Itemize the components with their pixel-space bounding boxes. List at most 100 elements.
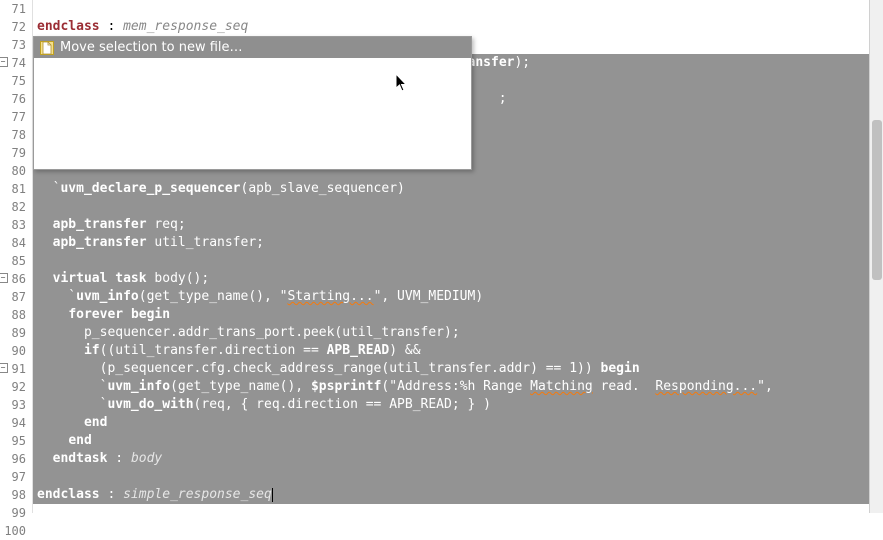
line-number: 89	[0, 324, 32, 342]
line-number: 71	[0, 0, 32, 18]
line-number: 84	[0, 234, 32, 252]
code-token	[37, 307, 68, 322]
code-token: ,	[765, 379, 773, 394]
code-token: ) &&	[389, 343, 420, 358]
code-token: body();	[147, 271, 210, 286]
line-number: 100	[0, 522, 32, 540]
code-line[interactable]: forever begin	[33, 306, 883, 324]
line-number: 86−	[0, 270, 32, 288]
code-line[interactable]: `uvm_do_with(req, { req.direction == APB…	[33, 396, 883, 414]
code-token: :	[107, 451, 130, 466]
code-token: `	[37, 379, 107, 394]
code-token: apb_slave_sequencer	[248, 181, 397, 196]
code-token: `	[37, 289, 76, 304]
code-line[interactable]	[33, 468, 883, 486]
code-token: uvm_info	[76, 289, 139, 304]
code-line[interactable]: end	[33, 414, 883, 432]
line-number: 87	[0, 288, 32, 306]
code-line[interactable]: (p_sequencer.cfg.check_address_range(uti…	[33, 360, 883, 378]
refactor-context-menu: Move selection to new file…	[33, 36, 472, 170]
line-number: 74−	[0, 54, 32, 72]
code-token: ;	[499, 91, 507, 106]
code-line[interactable]: endclass : simple_response_seq	[33, 486, 883, 504]
line-number: 80	[0, 162, 32, 180]
code-token: if	[84, 343, 100, 358]
code-line[interactable]: endtask : body	[33, 450, 883, 468]
code-token: "	[757, 379, 765, 394]
code-token: forever	[68, 307, 123, 322]
code-line[interactable]: p_sequencer.addr_trans_port.peek(util_tr…	[33, 324, 883, 342]
code-line[interactable]	[33, 198, 883, 216]
code-token: endtask	[53, 451, 108, 466]
code-token: `	[37, 397, 107, 412]
code-token: simple_response_seq	[123, 487, 272, 502]
code-token: virtual	[53, 271, 108, 286]
line-number: 79	[0, 144, 32, 162]
code-token: Starting...	[287, 289, 373, 304]
code-token: p_sequencer.addr_trans_port.peek(util_tr…	[37, 325, 460, 340]
code-token: (get_type_name(),	[139, 289, 280, 304]
code-token: end	[68, 433, 91, 448]
code-line[interactable]: endclass : mem_response_seq	[33, 18, 883, 36]
code-line[interactable]: virtual task body();	[33, 270, 883, 288]
code-token: Responding...	[655, 379, 757, 394]
line-number: 96	[0, 450, 32, 468]
code-token: (p_sequencer.cfg.check_address_range(uti…	[37, 361, 601, 376]
code-line[interactable]	[33, 252, 883, 270]
code-token: req;	[147, 217, 186, 232]
code-token: uvm_declare_p_sequencer	[60, 181, 240, 196]
line-number: 98	[0, 486, 32, 504]
line-number: 93	[0, 396, 32, 414]
line-number-gutter: 71727374−757677787980818283848586−878889…	[0, 0, 33, 513]
code-token	[37, 451, 53, 466]
line-number: 73	[0, 36, 32, 54]
code-token: task	[115, 271, 146, 286]
code-token: $psprintf	[311, 379, 381, 394]
code-line[interactable]: apb_transfer req;	[33, 216, 883, 234]
code-line[interactable]: `uvm_info(get_type_name(), "Starting..."…	[33, 288, 883, 306]
code-token	[37, 433, 68, 448]
code-token: uvm_do_with	[107, 397, 193, 412]
code-line[interactable]: `uvm_info(get_type_name(), $psprintf("Ad…	[33, 378, 883, 396]
code-token	[37, 415, 84, 430]
code-line[interactable]: apb_transfer util_transfer;	[33, 234, 883, 252]
code-line[interactable]: end	[33, 432, 883, 450]
code-token	[123, 307, 131, 322]
code-token: Matching	[530, 379, 593, 394]
code-token: APB_READ	[327, 343, 390, 358]
fold-toggle[interactable]: −	[0, 363, 8, 373]
code-token: begin	[601, 361, 640, 376]
code-token: `	[37, 181, 60, 196]
code-line[interactable]	[33, 522, 883, 540]
code-token: )	[397, 181, 405, 196]
code-token: read.	[593, 379, 656, 394]
code-token: endclass	[37, 19, 100, 34]
vertical-scrollbar[interactable]	[869, 0, 883, 513]
line-number: 94	[0, 414, 32, 432]
code-line[interactable]: if((util_transfer.direction == APB_READ)…	[33, 342, 883, 360]
text-caret	[272, 488, 273, 502]
line-number: 76	[0, 90, 32, 108]
line-number: 78	[0, 126, 32, 144]
line-number: 90	[0, 342, 32, 360]
fold-toggle[interactable]: −	[0, 273, 8, 283]
line-number: 92	[0, 378, 32, 396]
code-line[interactable]: `uvm_declare_p_sequencer(apb_slave_seque…	[33, 180, 883, 198]
code-token: apb_transfer	[53, 217, 147, 232]
line-number: 75	[0, 72, 32, 90]
code-line[interactable]	[33, 504, 883, 522]
code-token: :	[100, 19, 123, 34]
code-token: );	[514, 55, 530, 70]
code-token: "Address:%h Range	[389, 379, 530, 394]
fold-toggle[interactable]: −	[0, 57, 8, 67]
scrollbar-thumb[interactable]	[872, 120, 882, 280]
code-token: uvm_info	[107, 379, 170, 394]
code-token	[37, 235, 53, 250]
code-token: apb_transfer	[53, 235, 147, 250]
line-number: 72	[0, 18, 32, 36]
line-number: 99	[0, 504, 32, 522]
line-number: 91−	[0, 360, 32, 378]
code-line[interactable]	[33, 0, 883, 18]
menu-item-move-selection[interactable]: Move selection to new file…	[34, 37, 471, 58]
menu-item-label: Move selection to new file…	[60, 37, 243, 58]
